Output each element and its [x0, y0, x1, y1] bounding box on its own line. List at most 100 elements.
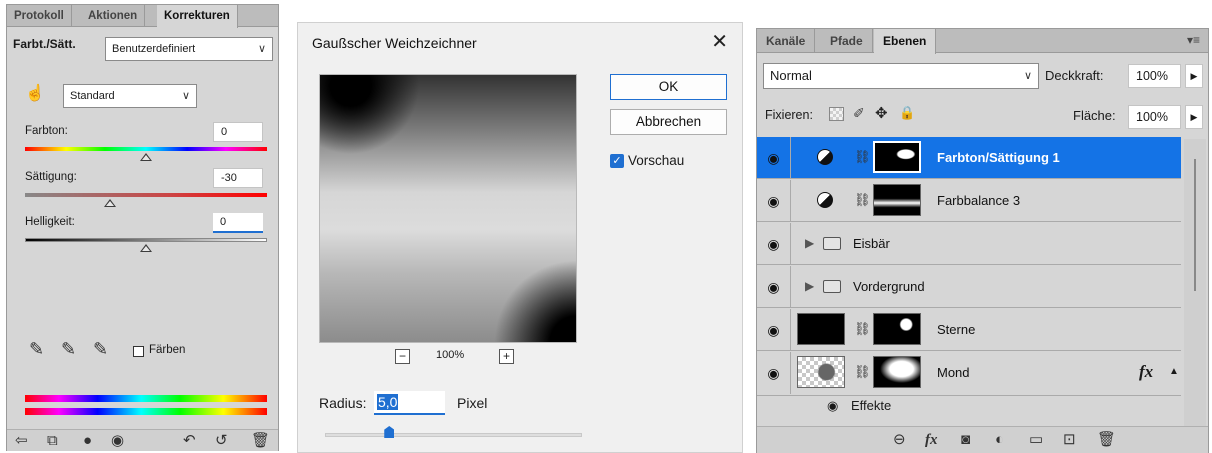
layer-name[interactable]: Eisbär — [853, 223, 890, 265]
ok-button[interactable]: OK — [610, 74, 727, 100]
blend-mode-select[interactable]: Normal ∨ — [763, 63, 1039, 89]
layer-mask-thumbnail[interactable] — [873, 356, 921, 388]
dialog-title: Gaußscher Weichzeichner — [312, 35, 477, 51]
layer-thumbnail[interactable] — [797, 356, 845, 388]
tab-kanaele[interactable]: Kanäle — [757, 29, 816, 53]
helligkeit-slider-thumb[interactable] — [140, 244, 152, 252]
delete-layer-icon[interactable]: 🗑 — [1097, 431, 1116, 449]
lock-transparency-icon[interactable] — [829, 107, 844, 121]
preset-label: Farbt./Sätt. — [13, 37, 76, 51]
eyedropper-plus-icon[interactable]: ✎ — [61, 339, 76, 360]
lock-pixels-icon[interactable]: ✐ — [853, 105, 865, 122]
opacity-arrow-icon[interactable]: ▶ — [1185, 64, 1203, 88]
layer-name[interactable]: Mond — [937, 352, 970, 394]
helligkeit-field[interactable]: 0 — [213, 213, 263, 233]
saettigung-slider-track[interactable] — [25, 193, 267, 197]
layers-scrollbar-thumb[interactable] — [1194, 159, 1196, 291]
saettigung-field[interactable]: -30 — [213, 168, 263, 188]
layer-thumbnail[interactable] — [797, 313, 845, 345]
preview-checkbox[interactable]: ✓ — [610, 154, 624, 168]
eyedropper-icon[interactable]: ✎ — [29, 339, 44, 360]
visibility-eye-icon[interactable]: ◉ — [757, 137, 791, 179]
color-balance-adjustment-icon — [817, 192, 833, 208]
layer-name[interactable]: Farbton/Sättigung 1 — [937, 137, 1060, 179]
tab-korrekturen[interactable]: Korrekturen — [157, 5, 238, 28]
zoom-in-button[interactable]: + — [499, 349, 514, 364]
radius-slider-track[interactable] — [325, 433, 582, 437]
previous-state-icon[interactable]: ↶ — [183, 432, 196, 450]
preset-select-value: Benutzerdefiniert — [112, 43, 196, 55]
mask-link-icon[interactable]: ⛓ — [854, 321, 871, 337]
hand-targeted-adjust-icon[interactable]: ☝ — [25, 83, 45, 103]
mask-link-icon[interactable]: ⛓ — [854, 192, 871, 208]
visibility-eye-icon[interactable]: ◉ — [757, 352, 791, 394]
layers-tabbar: Kanäle Pfade Ebenen ▾≡ — [757, 29, 1208, 54]
chevron-down-icon: ∨ — [1023, 70, 1032, 82]
opacity-field[interactable]: 100% — [1128, 64, 1181, 88]
new-adjustment-layer-icon[interactable]: ◐ — [995, 431, 1004, 449]
reset-icon[interactable]: ↺ — [215, 432, 228, 450]
layer-name[interactable]: Vordergrund — [853, 266, 925, 308]
link-layers-icon[interactable]: ⊖ — [893, 431, 906, 449]
saettigung-slider-thumb[interactable] — [103, 199, 116, 207]
mask-link-icon[interactable]: ⛓ — [854, 149, 871, 165]
chevron-down-icon: ∨ — [257, 43, 266, 55]
visibility-eye-icon[interactable]: ◉ — [757, 266, 791, 308]
layer-name[interactable]: Sterne — [937, 309, 975, 351]
channel-select[interactable]: Standard ∨ — [63, 84, 197, 108]
radius-input[interactable]: 5,0 — [374, 391, 445, 415]
layer-row[interactable]: ◉ ⛓ Farbbalance 3 — [757, 180, 1181, 222]
eyedropper-minus-icon[interactable]: ✎ — [93, 339, 108, 360]
farbton-slider-track[interactable] — [25, 147, 267, 151]
faerben-checkbox[interactable] — [133, 346, 144, 357]
fx-badge[interactable]: fx — [1139, 362, 1153, 382]
layer-row[interactable]: ◉ ▶ Eisbär — [757, 223, 1181, 265]
tab-aktionen[interactable]: Aktionen — [81, 5, 146, 27]
new-layer-icon[interactable]: ⊡ — [1063, 431, 1076, 449]
add-mask-icon[interactable]: ◙ — [961, 431, 970, 449]
layer-row[interactable]: ◉ ⛓ Farbton/Sättigung 1 — [757, 137, 1181, 179]
expand-triangle-icon[interactable]: ▶ — [805, 236, 814, 250]
new-group-icon[interactable]: ▭ — [1029, 431, 1043, 449]
visibility-eye-icon[interactable]: ◉ — [757, 309, 791, 351]
clip-to-layer-icon[interactable]: ⇦ — [15, 432, 28, 450]
mask-link-icon[interactable]: ⛓ — [854, 364, 871, 380]
layer-row[interactable]: ◉ ▶ Vordergrund — [757, 266, 1181, 308]
visibility-eye-icon[interactable]: ◉ — [757, 180, 791, 222]
blur-preview-image[interactable] — [319, 74, 577, 343]
farbton-field[interactable]: 0 — [213, 122, 263, 142]
visibility-eye-icon[interactable]: ◉ — [757, 223, 791, 265]
fill-field[interactable]: 100% — [1128, 105, 1181, 129]
radius-slider-thumb[interactable] — [384, 426, 395, 438]
fill-arrow-icon[interactable]: ▶ — [1185, 105, 1203, 129]
tab-pfade[interactable]: Pfade — [821, 29, 873, 53]
layer-row[interactable]: ◉ ⛓ Sterne — [757, 309, 1181, 351]
lock-position-icon[interactable]: ✥ — [875, 104, 888, 122]
layer-mask-thumbnail[interactable] — [873, 313, 921, 345]
cancel-button[interactable]: Abbrechen — [610, 109, 727, 135]
layer-name[interactable]: Farbbalance 3 — [937, 180, 1020, 222]
visibility-eye-icon[interactable]: ◉ — [111, 432, 124, 450]
close-icon[interactable]: ✕ — [711, 29, 728, 54]
effects-eye-icon[interactable]: ◉ — [827, 398, 838, 414]
layer-mask-thumbnail[interactable] — [873, 184, 921, 216]
layer-mask-thumbnail[interactable] — [873, 141, 921, 173]
helligkeit-slider-track[interactable] — [25, 238, 267, 242]
layer-style-icon[interactable]: fx — [925, 431, 938, 449]
expand-triangle-icon[interactable]: ▶ — [805, 279, 814, 293]
tab-ebenen[interactable]: Ebenen — [874, 29, 937, 54]
preset-select[interactable]: Benutzerdefiniert ∨ — [105, 37, 273, 61]
lock-all-icon[interactable]: 🔒 — [899, 105, 915, 121]
hue-spectrum-bottom — [25, 408, 267, 415]
mask-icon[interactable]: ● — [83, 432, 92, 450]
collapse-effects-icon[interactable]: ▲ — [1169, 366, 1179, 377]
panel-menu-icon[interactable]: ▾≡ — [1187, 33, 1200, 47]
farbton-slider-thumb[interactable] — [140, 153, 152, 161]
layer-row[interactable]: ◉ ⛓ Mond fx ▲ — [757, 352, 1181, 396]
zoom-out-button[interactable]: − — [395, 349, 410, 364]
helligkeit-label: Helligkeit: — [25, 216, 75, 228]
trash-icon[interactable]: 🗑 — [251, 432, 270, 450]
radius-label: Radius: — [319, 395, 367, 411]
tab-protokoll[interactable]: Protokoll — [7, 5, 72, 27]
view-previous-icon[interactable]: ⧉ — [47, 432, 58, 450]
